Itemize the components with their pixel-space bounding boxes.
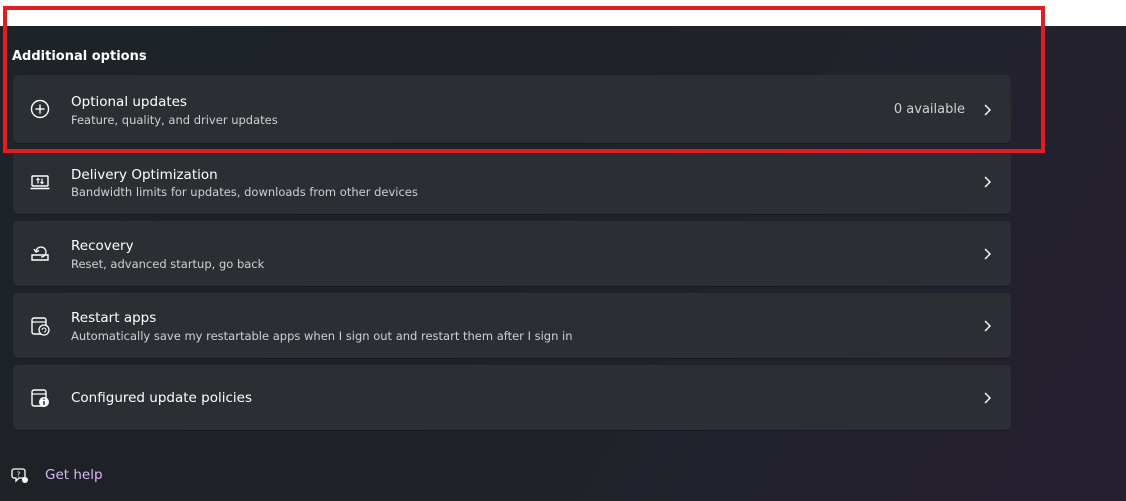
help-icon: ? [11, 466, 29, 484]
chevron-right-icon [981, 103, 993, 117]
delivery-optimization-card[interactable]: Delivery Optimization Bandwidth limits f… [13, 150, 1011, 214]
restart-apps-card[interactable]: Restart apps Automatically save my resta… [13, 293, 1011, 358]
chevron-right-icon [981, 391, 993, 405]
configured-update-policies-card[interactable]: Configured update policies [13, 365, 1011, 430]
delivery-optimization-icon [29, 171, 51, 193]
item-title: Optional updates [71, 94, 187, 110]
recovery-icon [29, 242, 51, 264]
item-title: Recovery [71, 238, 134, 254]
chevron-right-icon [981, 247, 993, 261]
restart-apps-icon [29, 315, 51, 337]
item-title: Configured update policies [71, 390, 252, 406]
available-count: 0 available [893, 102, 965, 117]
svg-text:?: ? [17, 471, 21, 479]
item-subtitle: Reset, advanced startup, go back [71, 257, 265, 271]
policy-info-icon [29, 387, 51, 409]
section-title: Additional options [12, 49, 147, 64]
item-subtitle: Bandwidth limits for updates, downloads … [71, 185, 418, 199]
plus-circle-icon [29, 98, 51, 120]
chevron-right-icon [981, 319, 993, 333]
item-title: Delivery Optimization [71, 167, 218, 183]
top-white-strip [0, 0, 1126, 26]
recovery-card[interactable]: Recovery Reset, advanced startup, go bac… [13, 221, 1011, 286]
item-subtitle: Feature, quality, and driver updates [71, 113, 278, 127]
item-subtitle: Automatically save my restartable apps w… [71, 329, 573, 343]
optional-updates-card[interactable]: Optional updates Feature, quality, and d… [13, 75, 1011, 143]
item-title: Restart apps [71, 310, 157, 326]
chevron-right-icon [981, 175, 993, 189]
get-help-label: Get help [45, 467, 103, 483]
